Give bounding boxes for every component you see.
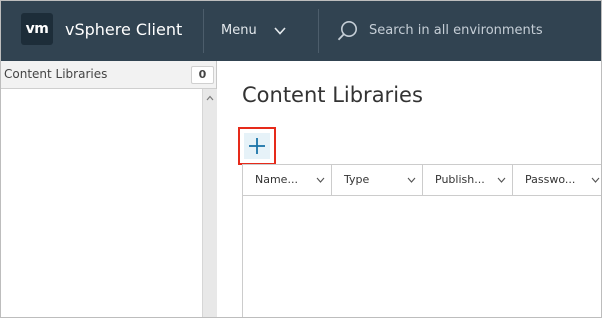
column-header-label: Publish... xyxy=(435,173,485,186)
top-header: vm vSphere Client Menu Search in all env… xyxy=(1,1,601,61)
column-header-type[interactable]: Type xyxy=(332,165,423,195)
search-icon[interactable] xyxy=(337,20,359,42)
chevron-down-icon[interactable] xyxy=(316,177,325,183)
column-header-label: Type xyxy=(344,173,370,186)
add-button-surface xyxy=(244,133,270,159)
chevron-down-icon[interactable] xyxy=(497,177,506,183)
left-panel-scrollbar[interactable] xyxy=(202,89,217,317)
page-title: Content Libraries xyxy=(242,83,423,107)
column-header-label: Name... xyxy=(255,173,298,186)
add-library-button[interactable] xyxy=(238,127,276,165)
column-header-password[interactable]: Passwo... xyxy=(513,165,601,195)
column-header-name[interactable]: Name... xyxy=(243,165,332,195)
app-title[interactable]: vSphere Client xyxy=(65,19,182,41)
plus-icon xyxy=(249,138,265,154)
column-header-label: Passwo... xyxy=(525,173,576,186)
menu-label: Menu xyxy=(221,23,257,38)
column-header-published[interactable]: Publish... xyxy=(423,165,513,195)
chevron-down-icon[interactable] xyxy=(591,177,600,183)
search-input[interactable]: Search in all environments xyxy=(369,20,543,42)
grid-header-row: Name... Type Publish... Passwo... xyxy=(243,165,601,196)
header-divider xyxy=(203,9,204,53)
chevron-down-icon xyxy=(274,27,286,35)
left-navigator-panel: Content Libraries 0 xyxy=(1,61,217,317)
item-count-badge: 0 xyxy=(191,66,214,84)
app-window: vm vSphere Client Menu Search in all env… xyxy=(0,0,602,318)
scroll-up-arrow-icon[interactable] xyxy=(206,95,214,101)
menu-button[interactable]: Menu xyxy=(221,19,286,43)
left-panel-header: Content Libraries 0 xyxy=(1,61,216,89)
chevron-down-icon[interactable] xyxy=(407,177,416,183)
main-content: Content Libraries Name... Type Publish..… xyxy=(217,61,601,317)
libraries-grid: Name... Type Publish... Passwo... xyxy=(242,164,601,317)
left-panel-title[interactable]: Content Libraries xyxy=(4,66,107,82)
header-divider xyxy=(318,9,319,53)
vmware-logo[interactable]: vm xyxy=(21,13,53,45)
